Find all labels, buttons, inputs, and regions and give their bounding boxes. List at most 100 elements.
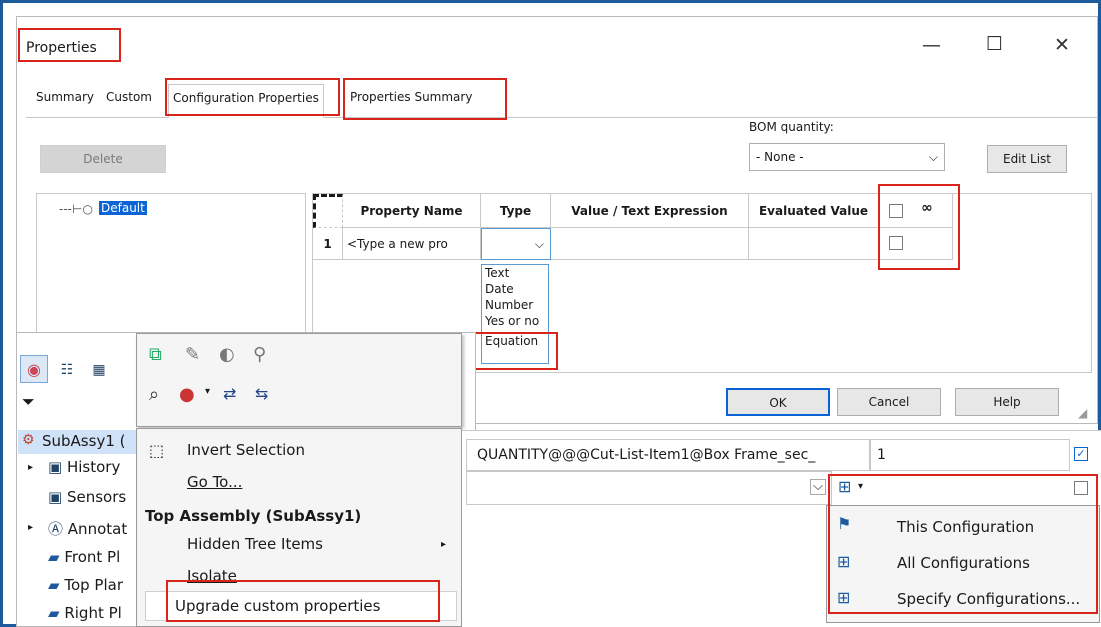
window-title: Properties [26,40,97,56]
menu-specify-configurations[interactable]: Specify Configurations... [897,590,1080,608]
filter-icon[interactable]: ⏷ [22,392,35,412]
cancel-button[interactable]: Cancel [837,388,941,416]
sensors-icon: ▣ [48,488,63,506]
menu-this-configuration[interactable]: This Configuration [897,518,1034,536]
bom-quantity-value: - None - [756,150,804,164]
context-menu: ⬚ Invert Selection Go To... Top Assembly… [136,428,462,627]
configuration-manager-tab-icon[interactable]: ▦ [86,357,112,383]
second-row-cell[interactable] [466,471,832,505]
replace-component-icon[interactable]: ⇆ [255,384,268,403]
value-expression-cell[interactable] [551,228,749,260]
chevron-right-icon[interactable]: ▸ [28,522,33,533]
appearance-icon[interactable]: ◐ [219,344,235,365]
tree-item-top-plane[interactable]: ▰ Top Plar [48,576,123,594]
tree-item-sensors[interactable]: ▣ Sensors [48,488,126,506]
tree-item-label: History [66,458,121,476]
header-link-column: ∞ [879,194,953,228]
type-option-text[interactable]: Text [485,265,548,281]
menu-section-title: Top Assembly (SubAssy1) [145,507,362,525]
tree-item-right-plane[interactable]: ▰ Right Pl [48,604,122,622]
open-part-icon[interactable]: ⧉ [149,344,162,365]
header-property-name: Property Name [343,194,481,228]
this-configuration-icon: ⚑ [837,514,852,533]
annotations-icon: Ⓐ [48,520,64,538]
all-configurations-icon: ⊞ [837,552,851,571]
property-name-input[interactable]: <Type a new pro [343,228,481,260]
menu-invert-selection[interactable]: Invert Selection [187,441,305,459]
paperclip-icon[interactable]: ⚲ [253,344,266,365]
type-option-number[interactable]: Number [485,297,548,313]
type-option-date[interactable]: Date [485,281,548,297]
tree-item-default[interactable]: Default [99,201,147,215]
link-cell [879,228,953,260]
bom-quantity-select[interactable]: - None - ⌵ [749,143,945,171]
link-icon: ∞ [921,200,933,216]
evaluated-value-cell [749,228,879,260]
insert-component-icon[interactable]: ⇄ [223,384,236,403]
tree-item-label: Top Plar [64,576,123,594]
configuration-scope-menu: ⚑ This Configuration ⊞ All Configuration… [826,505,1100,623]
type-option-equation[interactable]: Equation [485,333,548,349]
minimize-button[interactable]: — [922,34,941,56]
assembly-icon: ⚙ [22,432,35,448]
expression-cell[interactable]: QUANTITY@@@Cut-List-Item1@Box Frame_sec_ [466,439,870,471]
chevron-down-icon: ⌵ [534,237,544,251]
edit-list-button[interactable]: Edit List [987,145,1067,173]
tree-item-history[interactable]: ▣ History [48,458,120,476]
chevron-down-icon[interactable]: ▾ [205,386,210,397]
row-number: 1 [313,228,343,260]
menu-all-configurations[interactable]: All Configurations [897,554,1030,572]
chevron-down-icon[interactable]: ⌵ [810,479,826,495]
bom-quantity-label: BOM quantity: [749,120,834,134]
grid-corner [313,194,343,228]
tree-item-label: Right Pl [64,604,122,622]
plane-icon: ▰ [48,576,60,594]
zoom-to-selection-icon[interactable]: ⌕ [149,384,159,405]
history-icon: ▣ [48,458,63,476]
header-value-expression: Value / Text Expression [551,194,749,228]
resize-grip-icon[interactable]: ◢ [1078,406,1087,420]
tab-configuration-properties[interactable]: Configuration Properties [168,84,324,118]
ok-button[interactable]: OK [726,388,830,416]
chevron-right-icon: ▸ [441,539,447,550]
close-button[interactable]: ✕ [1054,34,1070,56]
panel-tab-bar: ◉ ☷ ▦ [20,355,130,385]
chevron-right-icon[interactable]: ▸ [28,462,33,473]
tree-item-label: Front Pl [64,548,121,566]
menu-hidden-tree-items[interactable]: Hidden Tree Items [187,535,323,553]
menu-isolate[interactable]: Isolate [187,567,237,585]
tree-root-label: SubAssy1 ( [42,432,126,450]
maximize-button[interactable]: ☐ [986,33,1003,55]
tab-summary[interactable]: Summary [32,84,98,110]
configuration-tree: ---⊢○ Default [36,193,306,343]
tree-item-label: Sensors [66,488,127,506]
row-checkbox[interactable] [889,236,903,250]
value-cell[interactable]: 1 [870,439,1070,471]
invert-selection-icon: ⬚ [149,441,165,460]
tab-custom[interactable]: Custom [102,84,156,110]
type-dropdown-list: Text Date Number Yes or no Equation [481,264,549,364]
chevron-down-icon: ⌵ [928,150,938,164]
tree-item-front-plane[interactable]: ▰ Front Pl [48,548,120,566]
feature-tree-tab-icon[interactable]: ◉ [20,355,48,383]
edit-sketch-icon[interactable]: ✎ [185,344,200,365]
plane-icon: ▰ [48,548,60,566]
help-button[interactable]: Help [955,388,1059,416]
header-checkbox[interactable] [889,204,903,218]
header-type: Type [481,194,551,228]
row-unchecked-checkbox[interactable] [1074,481,1088,495]
tab-properties-summary[interactable]: Properties Summary [346,84,476,110]
tree-item-annotations[interactable]: Ⓐ Annotat [48,518,127,539]
delete-button[interactable]: Delete [40,145,166,173]
configuration-scope-icon[interactable]: ⊞ [838,477,851,496]
tree-root-row[interactable]: ⚙ SubAssy1 ( [18,430,138,454]
menu-go-to[interactable]: Go To... [187,473,242,491]
row-checked-checkbox[interactable]: ✓ [1074,447,1088,461]
chevron-down-icon[interactable]: ▾ [858,481,863,492]
type-option-yes-or-no[interactable]: Yes or no [485,313,548,327]
menu-upgrade-custom-properties[interactable]: Upgrade custom properties [175,597,380,615]
color-icon[interactable]: ● [179,384,195,405]
property-manager-tab-icon[interactable]: ☷ [54,357,80,383]
type-select[interactable]: ⌵ [481,228,551,260]
specify-configurations-icon: ⊞ [837,588,851,607]
